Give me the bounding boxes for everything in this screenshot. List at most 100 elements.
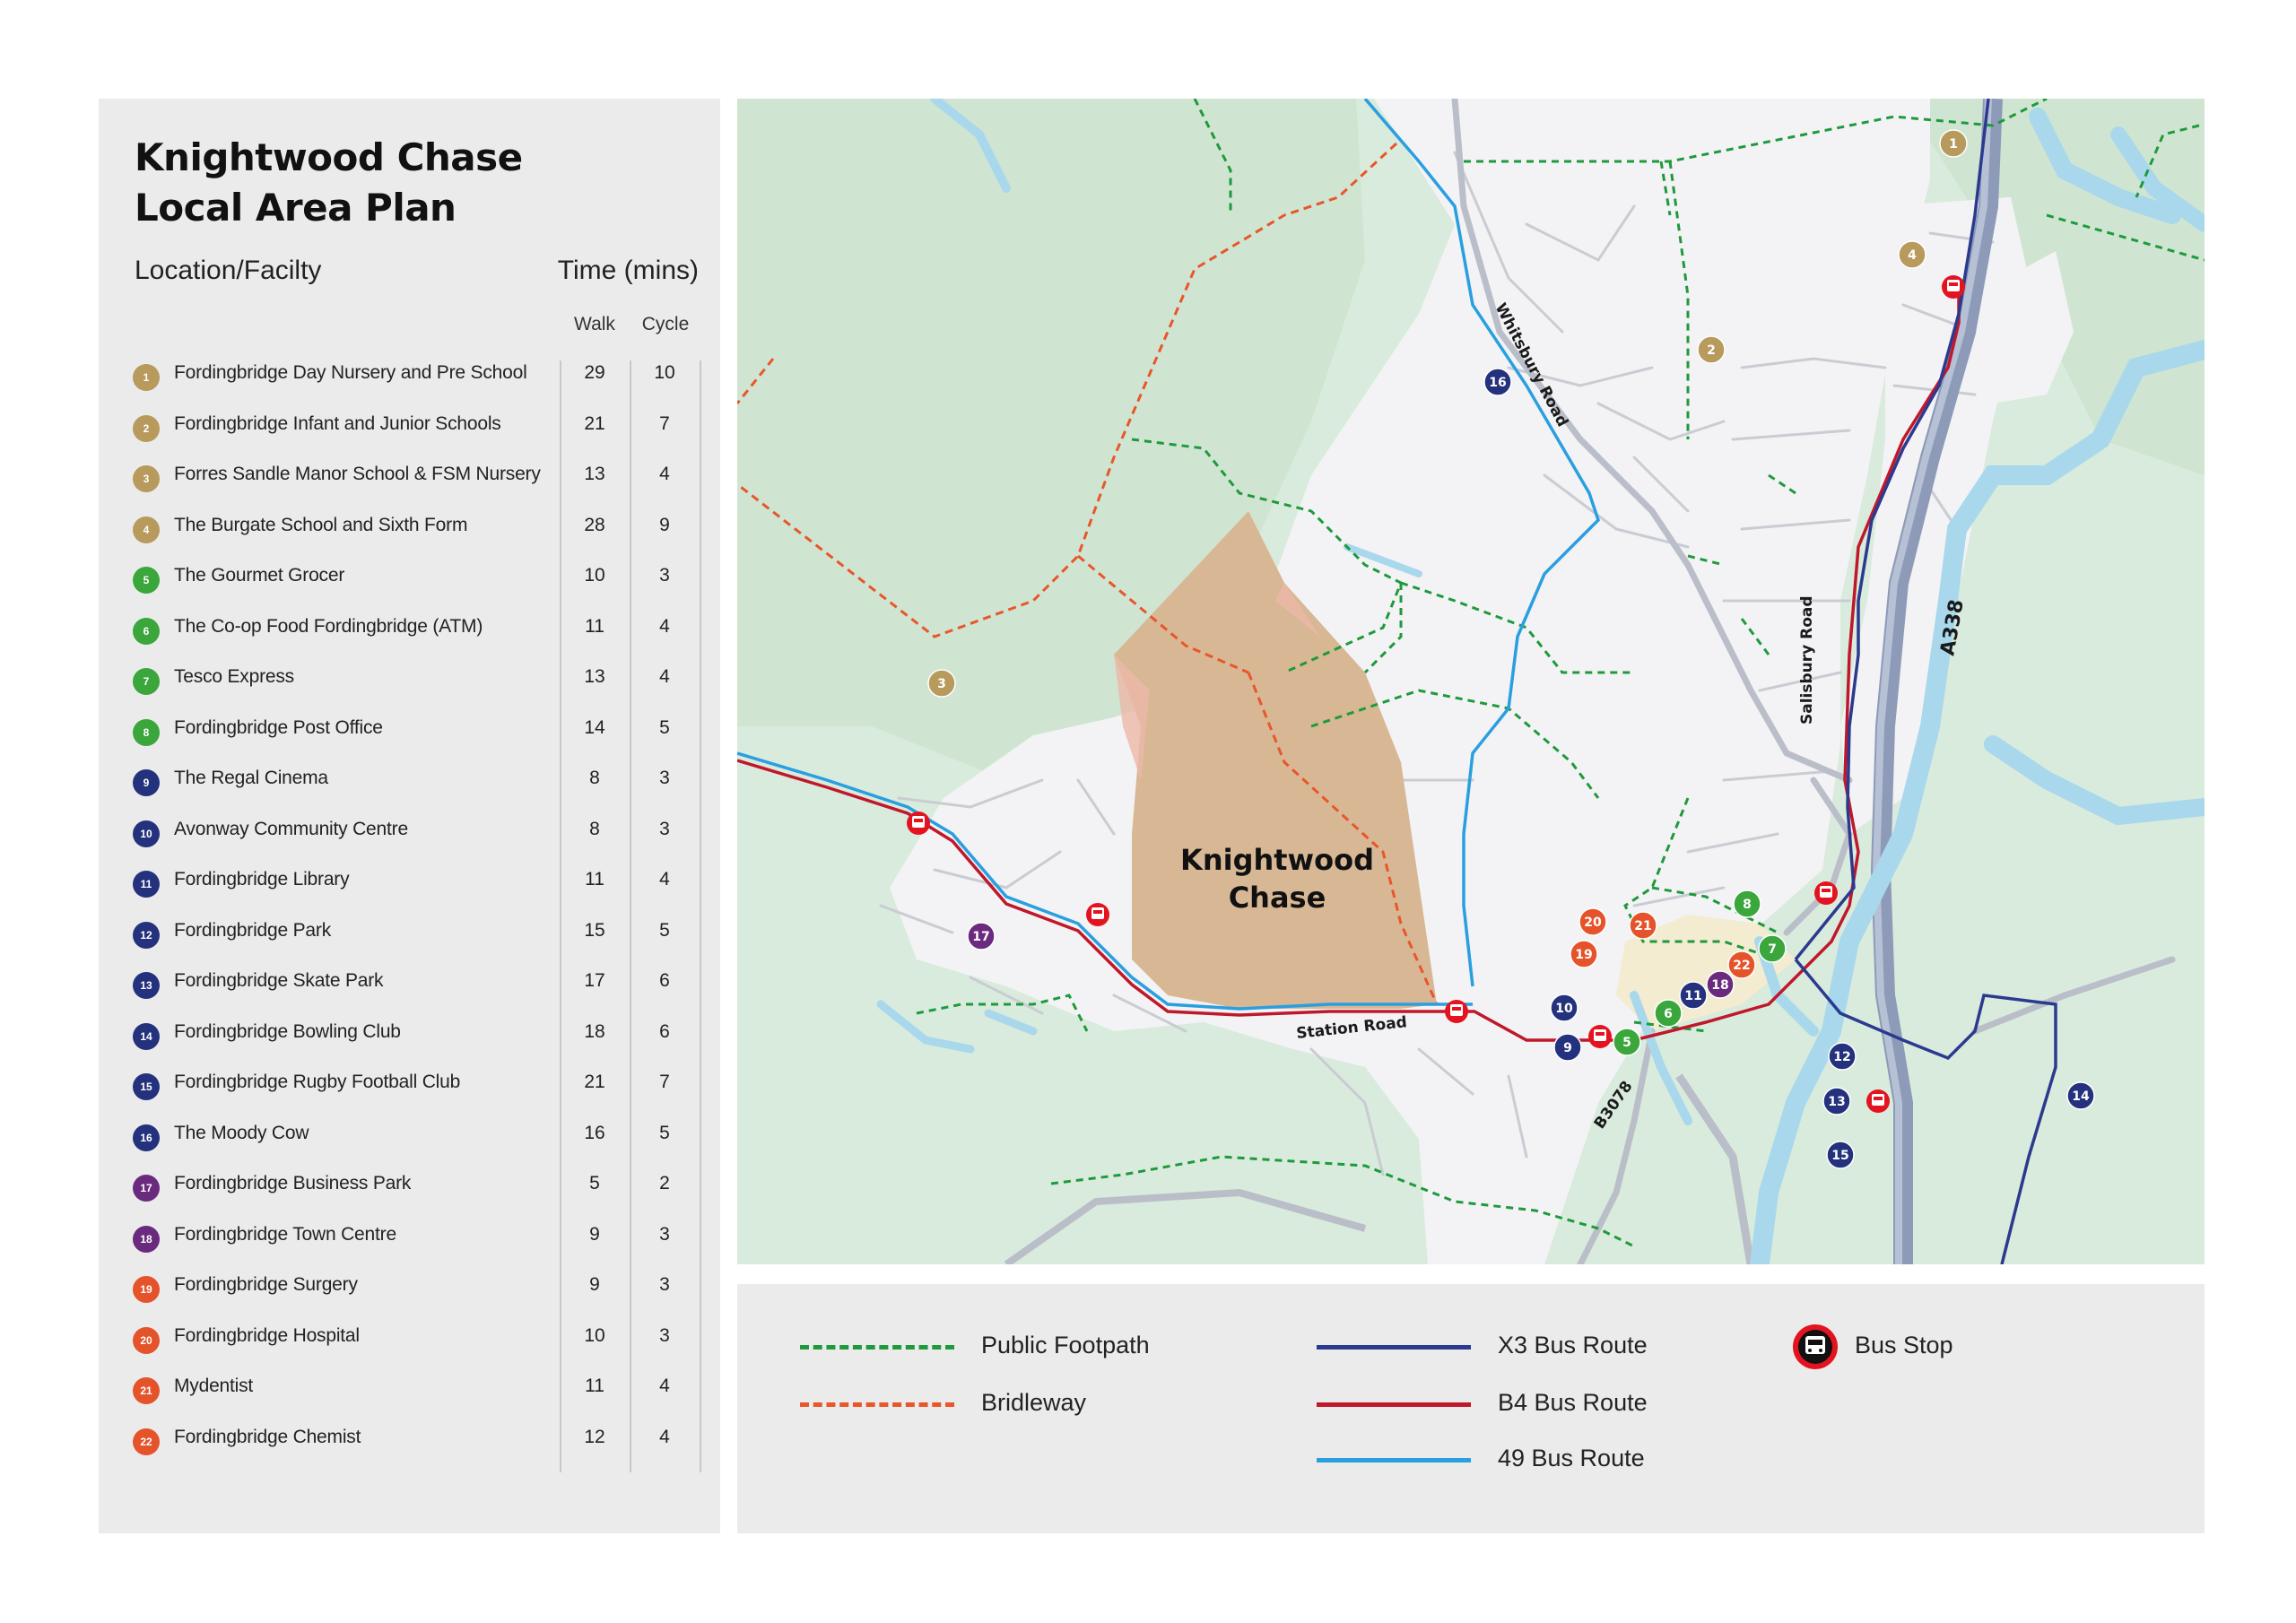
walk-time: 13	[584, 464, 605, 484]
facility-row: 4 The Burgate School and Sixth Form 28 9	[99, 502, 720, 552]
time-column-header: Time (mins)	[557, 256, 699, 285]
walk-time: 17	[584, 970, 605, 991]
facility-marker-22[interactable]: 22	[1727, 950, 1756, 979]
marker-number: 14	[2072, 1089, 2090, 1104]
facility-marker-3[interactable]: 3	[927, 669, 956, 698]
bus-stop-icon[interactable]	[1588, 1025, 1612, 1048]
facility-name: Avonway Community Centre	[174, 818, 408, 839]
facility-row: 7 Tesco Express 13 4	[99, 654, 720, 704]
facility-row: 10 Avonway Community Centre 8 3	[99, 806, 720, 856]
walk-time: 16	[584, 1122, 605, 1143]
facility-marker-7[interactable]: 7	[1758, 934, 1787, 963]
facility-row: 2 Fordingbridge Infant and Junior School…	[99, 401, 720, 451]
facility-row: 3 Forres Sandle Manor School & FSM Nurse…	[99, 451, 720, 501]
facility-marker-18[interactable]: 18	[1706, 970, 1735, 999]
facility-marker-13[interactable]: 13	[1822, 1087, 1851, 1115]
facility-marker-5[interactable]: 5	[1613, 1028, 1641, 1056]
facility-name: Fordingbridge Hospital	[174, 1324, 360, 1346]
marker-number: 20	[1584, 916, 1602, 930]
legend-bus-stop-label: Bus Stop	[1855, 1332, 1953, 1358]
cycle-time: 4	[659, 1376, 670, 1396]
facility-row: 18 Fordingbridge Town Centre 9 3	[99, 1211, 720, 1262]
facility-name: The Co-op Food Fordingbridge (ATM)	[174, 615, 483, 637]
facility-marker-21[interactable]: 21	[1629, 911, 1657, 940]
walk-time: 29	[584, 362, 605, 383]
cycle-time: 6	[659, 970, 670, 991]
bus-stop-icon	[1793, 1324, 1838, 1369]
facility-marker-1[interactable]: 1	[1939, 129, 1968, 158]
facility-marker-9[interactable]: 9	[1553, 1033, 1582, 1062]
facility-number-badge: 16	[133, 1124, 160, 1151]
facility-row: 12 Fordingbridge Park 15 5	[99, 907, 720, 958]
facility-number-badge: 13	[133, 972, 160, 999]
facility-marker-10[interactable]: 10	[1550, 994, 1578, 1022]
page-title: Knightwood Chase Local Area Plan	[135, 133, 523, 233]
facility-name: Fordingbridge Library	[174, 869, 350, 890]
facility-name: Fordingbridge Surgery	[174, 1274, 358, 1295]
cycle-time: 3	[659, 1223, 670, 1245]
map-canvas: Knightwood Chase Whitsbury Road Salisbur…	[737, 99, 2205, 1264]
bus-stop-icon[interactable]	[1942, 275, 1965, 299]
legend-49-label: 49 Bus Route	[1498, 1445, 1645, 1471]
walk-time: 11	[585, 869, 604, 890]
bus-stop-icon[interactable]	[1814, 881, 1838, 905]
facility-number-badge: 2	[133, 414, 160, 442]
marker-number: 3	[937, 677, 946, 691]
walk-time: 11	[585, 615, 604, 637]
facility-row: 15 Fordingbridge Rugby Football Club 21 …	[99, 1059, 720, 1109]
facility-marker-6[interactable]: 6	[1654, 999, 1683, 1028]
walk-time: 10	[584, 1324, 605, 1346]
facility-name: Fordingbridge Town Centre	[174, 1223, 396, 1245]
facility-row: 17 Fordingbridge Business Park 5 2	[99, 1160, 720, 1211]
marker-number: 7	[1768, 942, 1777, 957]
facility-name: Forres Sandle Manor School & FSM Nursery	[174, 464, 541, 484]
cycle-time: 5	[659, 919, 670, 941]
facility-number-badge: 19	[133, 1276, 160, 1303]
facility-marker-16[interactable]: 16	[1483, 368, 1512, 396]
facility-number-badge: 10	[133, 820, 160, 847]
facility-row: 11 Fordingbridge Library 11 4	[99, 856, 720, 907]
facility-marker-20[interactable]: 20	[1578, 907, 1607, 936]
facility-name: Tesco Express	[174, 666, 294, 687]
facility-name: Fordingbridge Chemist	[174, 1426, 361, 1447]
walk-time: 18	[584, 1020, 605, 1042]
facility-row: 20 Fordingbridge Hospital 10 3	[99, 1313, 720, 1363]
marker-number: 4	[1908, 248, 1917, 263]
bridleway-swatch	[800, 1402, 954, 1407]
legend-x3-label: X3 Bus Route	[1498, 1332, 1648, 1358]
salisbury-road-label: Salisbury Road	[1798, 595, 1816, 725]
facility-row: 8 Fordingbridge Post Office 14 5	[99, 705, 720, 755]
marker-number: 16	[1489, 376, 1506, 390]
facility-marker-19[interactable]: 19	[1570, 940, 1598, 968]
facility-row: 19 Fordingbridge Surgery 9 3	[99, 1262, 720, 1312]
facility-marker-2[interactable]: 2	[1697, 335, 1726, 364]
facility-marker-11[interactable]: 11	[1679, 981, 1708, 1010]
walk-time: 21	[584, 1072, 605, 1092]
facility-marker-14[interactable]: 14	[2066, 1081, 2095, 1110]
facility-number-badge: 18	[133, 1225, 160, 1253]
bus-stop-icon[interactable]	[1086, 903, 1109, 926]
facility-number-badge: 20	[133, 1326, 160, 1354]
bus-stop-icon[interactable]	[1866, 1089, 1890, 1113]
walk-time: 14	[584, 716, 605, 738]
walk-time: 5	[589, 1173, 600, 1193]
walk-column-header: Walk	[574, 314, 615, 334]
map[interactable]: Knightwood Chase Whitsbury Road Salisbur…	[737, 99, 2205, 1264]
cycle-column-header: Cycle	[641, 314, 690, 334]
marker-number: 8	[1743, 898, 1752, 912]
marker-number: 5	[1622, 1036, 1631, 1050]
facility-marker-12[interactable]: 12	[1828, 1042, 1857, 1071]
marker-number: 17	[972, 930, 989, 944]
walk-time: 15	[584, 919, 605, 941]
bus-stop-icon[interactable]	[907, 812, 930, 835]
facility-row: 14 Fordingbridge Bowling Club 18 6	[99, 1009, 720, 1059]
bus-stop-icon[interactable]	[1445, 1000, 1468, 1023]
marker-number: 13	[1828, 1095, 1845, 1109]
facility-marker-8[interactable]: 8	[1733, 890, 1761, 918]
x3-swatch	[1317, 1345, 1471, 1350]
facility-marker-15[interactable]: 15	[1826, 1141, 1855, 1169]
marker-number: 18	[1711, 978, 1728, 993]
facility-number-badge: 1	[133, 364, 160, 391]
facility-marker-4[interactable]: 4	[1898, 240, 1926, 269]
facility-marker-17[interactable]: 17	[967, 922, 996, 950]
